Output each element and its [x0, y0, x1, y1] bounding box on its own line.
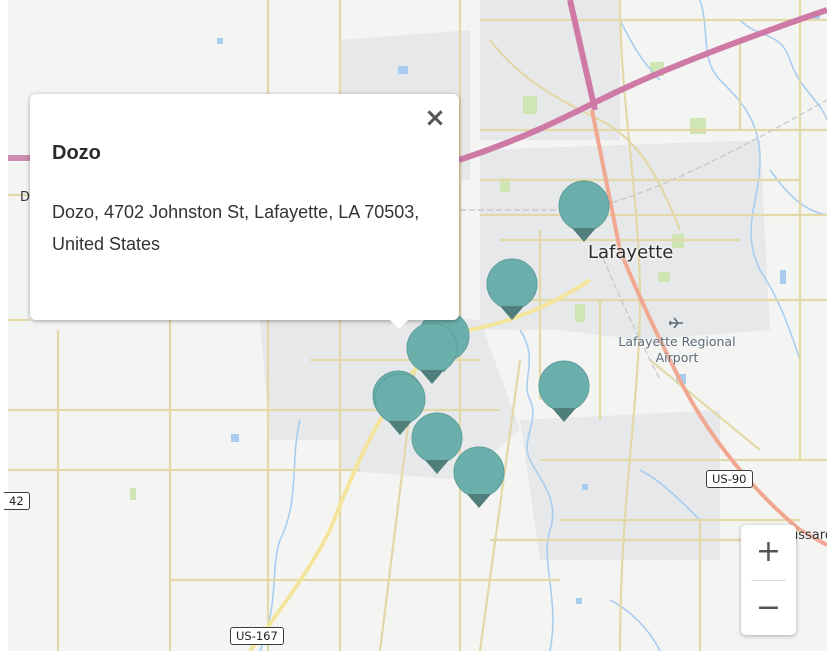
- highway-shield-us167: US-167: [230, 627, 284, 645]
- zoom-control: + −: [741, 525, 796, 635]
- zoom-out-button[interactable]: −: [741, 581, 796, 635]
- partial-place-label-left: D: [20, 190, 31, 205]
- highway-shield-la342: 42: [4, 492, 30, 510]
- map-canvas[interactable]: Lafayette Lafayette Regional Airport D u…: [0, 0, 827, 651]
- highway-shield-us90: US-90: [706, 470, 753, 488]
- airport-icon: [668, 316, 684, 335]
- map-marker-2[interactable]: [486, 258, 538, 322]
- popup-address: Dozo, 4702 Johnston St, Lafayette, LA 70…: [52, 202, 420, 254]
- zoom-in-button[interactable]: +: [741, 525, 796, 579]
- map-marker-9[interactable]: [453, 446, 505, 510]
- location-popup: × Dozo Dozo, 4702 Johnston St, Lafayette…: [30, 94, 459, 320]
- airport-label-line2: Airport: [655, 350, 699, 365]
- popup-title: Dozo: [52, 142, 101, 164]
- map-marker-5[interactable]: [538, 360, 590, 424]
- left-edge-strip: [0, 0, 8, 651]
- map-marker-1[interactable]: [558, 180, 610, 244]
- popup-pointer: [388, 318, 410, 329]
- close-icon[interactable]: ×: [423, 105, 447, 131]
- airport-label: Lafayette Regional Airport: [612, 334, 742, 366]
- airport-label-line1: Lafayette Regional: [618, 334, 736, 349]
- city-label-lafayette: Lafayette: [588, 242, 674, 263]
